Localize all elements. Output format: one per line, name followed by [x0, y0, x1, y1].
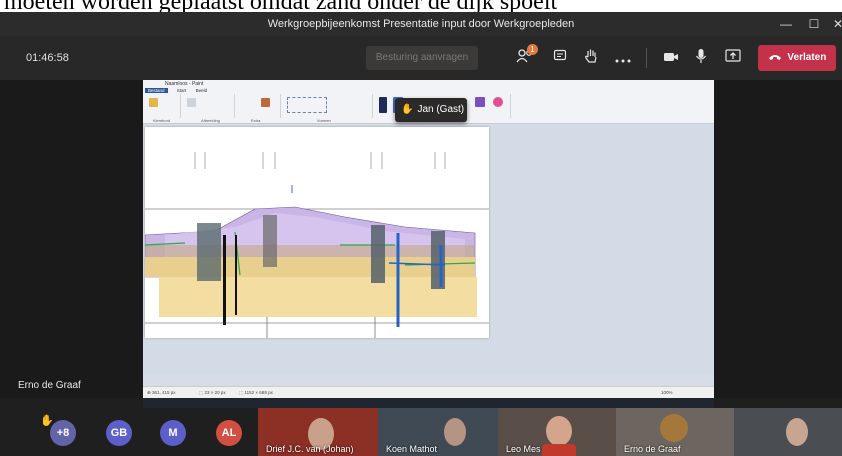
- shared-screen: Naamloos - Paint Bestand Start Beeld Kle…: [143, 80, 714, 398]
- request-control-button[interactable]: Besturing aanvragen: [366, 46, 478, 70]
- video-tile[interactable]: Drief J.C. van (Johan): [258, 408, 378, 456]
- video-tile[interactable]: Erno de Graaf: [616, 408, 734, 456]
- share-screen-icon[interactable]: [722, 48, 744, 68]
- participant-name: Koen Mathot: [386, 444, 438, 454]
- raised-hand-icon: ✋: [401, 104, 414, 115]
- leave-button[interactable]: Verlaten: [758, 45, 836, 71]
- phone-icon: [768, 52, 788, 63]
- paint-tab-file: Bestand: [145, 88, 168, 93]
- remote-taskbar: [143, 398, 714, 408]
- paint-tab-home: Start: [176, 88, 187, 93]
- paint-tab-view: Beeld: [195, 88, 208, 93]
- ribbon-group-shapes: [283, 94, 373, 118]
- ribbon-group-tools: [237, 94, 281, 118]
- participant-video: [546, 416, 572, 446]
- participants-strip: ✋ +8 GB M AL Drief J.C. van (Johan) Koen…: [0, 408, 842, 456]
- ribbon-label-tools: Extra: [251, 118, 261, 123]
- window-title: Werkgroepbijeenkomst Presentatie input d…: [267, 18, 575, 30]
- zoom-level: 100%: [661, 390, 673, 395]
- ribbon-group-clipboard: [145, 94, 181, 118]
- raise-hand-icon[interactable]: [580, 48, 602, 68]
- title-bar: Werkgroepbijeenkomst Presentatie input d…: [0, 12, 842, 36]
- selection-size: ⬚ 23 × 20 px: [199, 390, 226, 395]
- avatar-al[interactable]: AL: [216, 420, 242, 446]
- brush-icon: [261, 98, 270, 107]
- avatar-gb[interactable]: GB: [106, 420, 132, 446]
- more-icon[interactable]: [612, 48, 634, 68]
- avatar-more[interactable]: +8: [50, 420, 76, 446]
- paint-tabs: Bestand Start Beeld: [145, 88, 215, 93]
- chat-icon[interactable]: [549, 48, 571, 68]
- video-tile[interactable]: [734, 408, 842, 456]
- maximize-button[interactable]: ☐: [802, 15, 826, 33]
- ribbon-label-image: Afbeelding: [201, 118, 220, 123]
- shapes-icon: [287, 97, 327, 113]
- participants-icon[interactable]: 1: [514, 44, 538, 68]
- paint-window-title: Naamloos - Paint: [165, 81, 204, 87]
- close-button[interactable]: ✕: [826, 15, 842, 33]
- participant-name: Drief J.C. van (Johan): [266, 444, 354, 454]
- participant-video: [660, 414, 688, 442]
- participant-video: [542, 444, 576, 456]
- participant-name: Erno de Graaf: [624, 444, 681, 454]
- paint3d-icon: [493, 97, 503, 107]
- dike-cross-section-drawing: [144, 127, 489, 338]
- leave-label: Verlaten: [787, 52, 827, 63]
- microphone-icon[interactable]: [690, 48, 712, 68]
- cursor-position: ⊕ 361, 415 px: [147, 390, 176, 395]
- raise-hand-notification: ✋ Jan (Gast): [395, 98, 467, 122]
- teams-window: Werkgroepbijeenkomst Presentatie input d…: [0, 12, 842, 456]
- meeting-controls: 01:46:58 Besturing aanvragen 1 Verlaten: [0, 36, 842, 80]
- participant-video: [444, 418, 466, 446]
- avatar-m[interactable]: M: [160, 420, 186, 446]
- paint-statusbar: ⊕ 361, 415 px ⬚ 23 × 20 px ⬚ 1152 × 688 …: [143, 386, 714, 398]
- paste-icon: [149, 98, 158, 107]
- participants-badge: 1: [527, 44, 538, 55]
- ribbon-label-clipboard: Klembord: [153, 118, 171, 123]
- select-icon: [187, 98, 196, 107]
- participant-video: [786, 418, 808, 446]
- shared-screen-stage: Naamloos - Paint Bestand Start Beeld Kle…: [0, 80, 842, 408]
- image-size: ⬚ 1152 × 688 px: [239, 390, 273, 395]
- video-tile[interactable]: Leo Mes: [498, 408, 616, 456]
- paint-canvas-area: [143, 125, 714, 375]
- minimize-button[interactable]: —: [774, 15, 798, 33]
- edit-colors-icon: [475, 97, 485, 107]
- line-size-icon: [379, 97, 387, 113]
- raise-hand-name: Jan (Gast): [417, 104, 465, 115]
- meeting-timer: 01:46:58: [26, 52, 69, 64]
- presenter-name: Erno de Graaf: [18, 380, 81, 391]
- ribbon-label-shapes: Vormen: [317, 118, 331, 123]
- controls-divider: [646, 48, 647, 68]
- ribbon-group-image: [183, 94, 235, 118]
- video-tile[interactable]: Koen Mathot: [378, 408, 498, 456]
- participant-name: Leo Mes: [506, 444, 541, 454]
- camera-icon[interactable]: [660, 48, 682, 68]
